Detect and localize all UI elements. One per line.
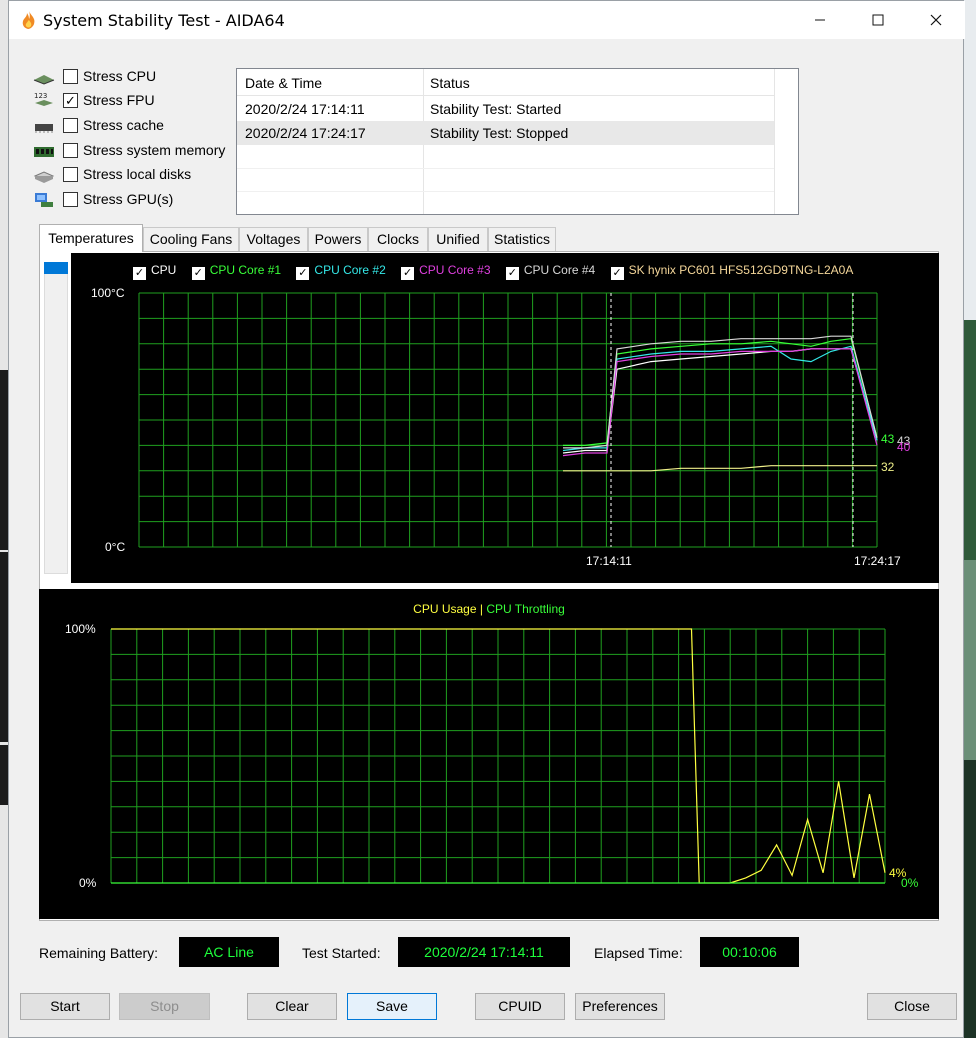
- save-button[interactable]: Save: [347, 993, 437, 1020]
- stress-disks-label: Stress local disks: [83, 166, 192, 182]
- window-title: System Stability Test - AIDA64: [43, 11, 285, 30]
- x-marker-label-start: 17:14:11: [586, 554, 632, 568]
- battery-label: Remaining Battery:: [39, 945, 159, 961]
- battery-value: AC Line: [179, 937, 279, 967]
- desktop-background-right: [964, 0, 976, 1038]
- minimize-icon: [815, 19, 825, 21]
- row-divider: [237, 191, 774, 192]
- stress-memory-label: Stress system memory: [83, 142, 226, 158]
- scroll-track[interactable]: [44, 262, 68, 574]
- y-axis-bottom-label: 0%: [79, 876, 97, 890]
- log-date: 2020/2/24 17:14:11: [245, 101, 365, 117]
- temperature-plot: 100°C0°C17:14:11 17:24:1743 434032: [91, 286, 911, 568]
- svg-text:123: 123: [34, 92, 47, 100]
- cpuid-button[interactable]: CPUID: [475, 993, 565, 1020]
- x-marker-label-stop: 17:24:17: [854, 554, 901, 568]
- tab-cooling-fans[interactable]: Cooling Fans: [143, 227, 239, 251]
- log-header: Date & Time Status: [237, 69, 774, 96]
- disk-drive-icon: [33, 171, 55, 183]
- stress-disks-option[interactable]: Stress local disks: [33, 165, 233, 187]
- close-window-button[interactable]: [907, 1, 965, 39]
- column-divider: [774, 69, 775, 214]
- stress-memory-checkbox[interactable]: [63, 143, 78, 158]
- stress-gpu-label: Stress GPU(s): [83, 191, 174, 207]
- start-button[interactable]: Start: [20, 993, 110, 1020]
- scroll-thumb[interactable]: [44, 262, 68, 274]
- stress-cache-checkbox[interactable]: [63, 118, 78, 133]
- stress-fpu-label: Stress FPU: [83, 92, 155, 108]
- log-status: Stability Test: Stopped: [430, 125, 569, 141]
- tab-statistics[interactable]: Statistics: [488, 227, 556, 251]
- y-axis-top-label: 100°C: [91, 286, 125, 300]
- stress-cpu-option[interactable]: Stress CPU: [33, 67, 233, 89]
- close-button[interactable]: Close: [867, 993, 957, 1020]
- stress-cache-option[interactable]: Stress cache: [33, 116, 233, 138]
- stress-gpu-option[interactable]: Stress GPU(s): [33, 190, 233, 212]
- elapsed-time-value: 00:10:06: [700, 937, 799, 967]
- memory-module-icon: [34, 147, 54, 157]
- fpu-123-icon: 123: [34, 92, 53, 106]
- tab-temperatures[interactable]: Temperatures: [39, 224, 143, 252]
- stress-fpu-checkbox[interactable]: ✓: [63, 93, 78, 108]
- y-axis-top-label: 100%: [65, 622, 96, 636]
- log-row[interactable]: 2020/2/24 17:24:17 Stability Test: Stopp…: [237, 121, 774, 145]
- gpu-icon: [35, 193, 53, 207]
- test-started-label: Test Started:: [302, 945, 381, 961]
- series-line-ssd: [563, 465, 877, 472]
- series-line-core3: [562, 348, 878, 457]
- log-status: Stability Test: Started: [430, 101, 562, 117]
- log-row[interactable]: 2020/2/24 17:14:11 Stability Test: Start…: [237, 97, 774, 121]
- cpu-usage-chart: CPU Usage | CPU Throttling 100% 0% 4% 0%: [39, 589, 939, 919]
- cpu-chip-icon: [33, 75, 55, 85]
- title-bar[interactable]: System Stability Test - AIDA64: [9, 1, 965, 39]
- test-started-value: 2020/2/24 17:14:11: [398, 937, 570, 967]
- elapsed-time-label: Elapsed Time:: [594, 945, 683, 961]
- maximize-icon: [872, 14, 884, 26]
- maximize-button[interactable]: [849, 1, 907, 39]
- stress-fpu-option[interactable]: 123 ✓ Stress FPU: [33, 91, 233, 113]
- row-divider: [237, 168, 774, 169]
- tab-powers[interactable]: Powers: [308, 227, 368, 251]
- tab-unified[interactable]: Unified: [428, 227, 488, 251]
- stop-button[interactable]: Stop: [119, 993, 210, 1020]
- date-time-column-header[interactable]: Date & Time: [245, 75, 322, 91]
- stress-disks-checkbox[interactable]: [63, 167, 78, 182]
- usage-plot: 100%0%4%0%: [65, 622, 919, 890]
- tab-clocks[interactable]: Clocks: [368, 227, 428, 251]
- series-line-cpu: [562, 348, 878, 454]
- stability-test-window: System Stability Test - AIDA64 Stress CP…: [8, 0, 965, 1038]
- end-value-throttling: 0%: [901, 876, 919, 890]
- minimize-button[interactable]: [791, 1, 849, 39]
- stress-gpu-checkbox[interactable]: [63, 192, 78, 207]
- preferences-button[interactable]: Preferences: [575, 993, 665, 1020]
- stress-memory-option[interactable]: Stress system memory: [33, 141, 233, 163]
- cache-chip-icon: [35, 124, 53, 133]
- end-value-core1: 43: [881, 432, 895, 446]
- stress-cpu-checkbox[interactable]: [63, 69, 78, 84]
- close-icon: [930, 14, 942, 26]
- status-column-header[interactable]: Status: [430, 75, 470, 91]
- stress-cache-label: Stress cache: [83, 117, 164, 133]
- aida64-flame-icon: [22, 11, 35, 29]
- log-date: 2020/2/24 17:24:17: [245, 125, 366, 141]
- end-value-ssd: 32: [881, 460, 895, 474]
- status-log-list[interactable]: Date & Time Status 2020/2/24 17:14:11 St…: [236, 68, 799, 215]
- end-value-core3: 40: [897, 440, 911, 454]
- series-line-core2: [562, 345, 878, 452]
- temperature-chart: ✓ CPU ✓ CPU Core #1 ✓ CPU Core #2 ✓ CPU Core…: [71, 253, 939, 583]
- sensor-scroll-strip[interactable]: [41, 259, 71, 577]
- y-axis-bottom-label: 0°C: [105, 540, 125, 554]
- clear-button[interactable]: Clear: [247, 993, 337, 1020]
- stress-cpu-label: Stress CPU: [83, 68, 157, 84]
- tab-voltages[interactable]: Voltages: [239, 227, 308, 251]
